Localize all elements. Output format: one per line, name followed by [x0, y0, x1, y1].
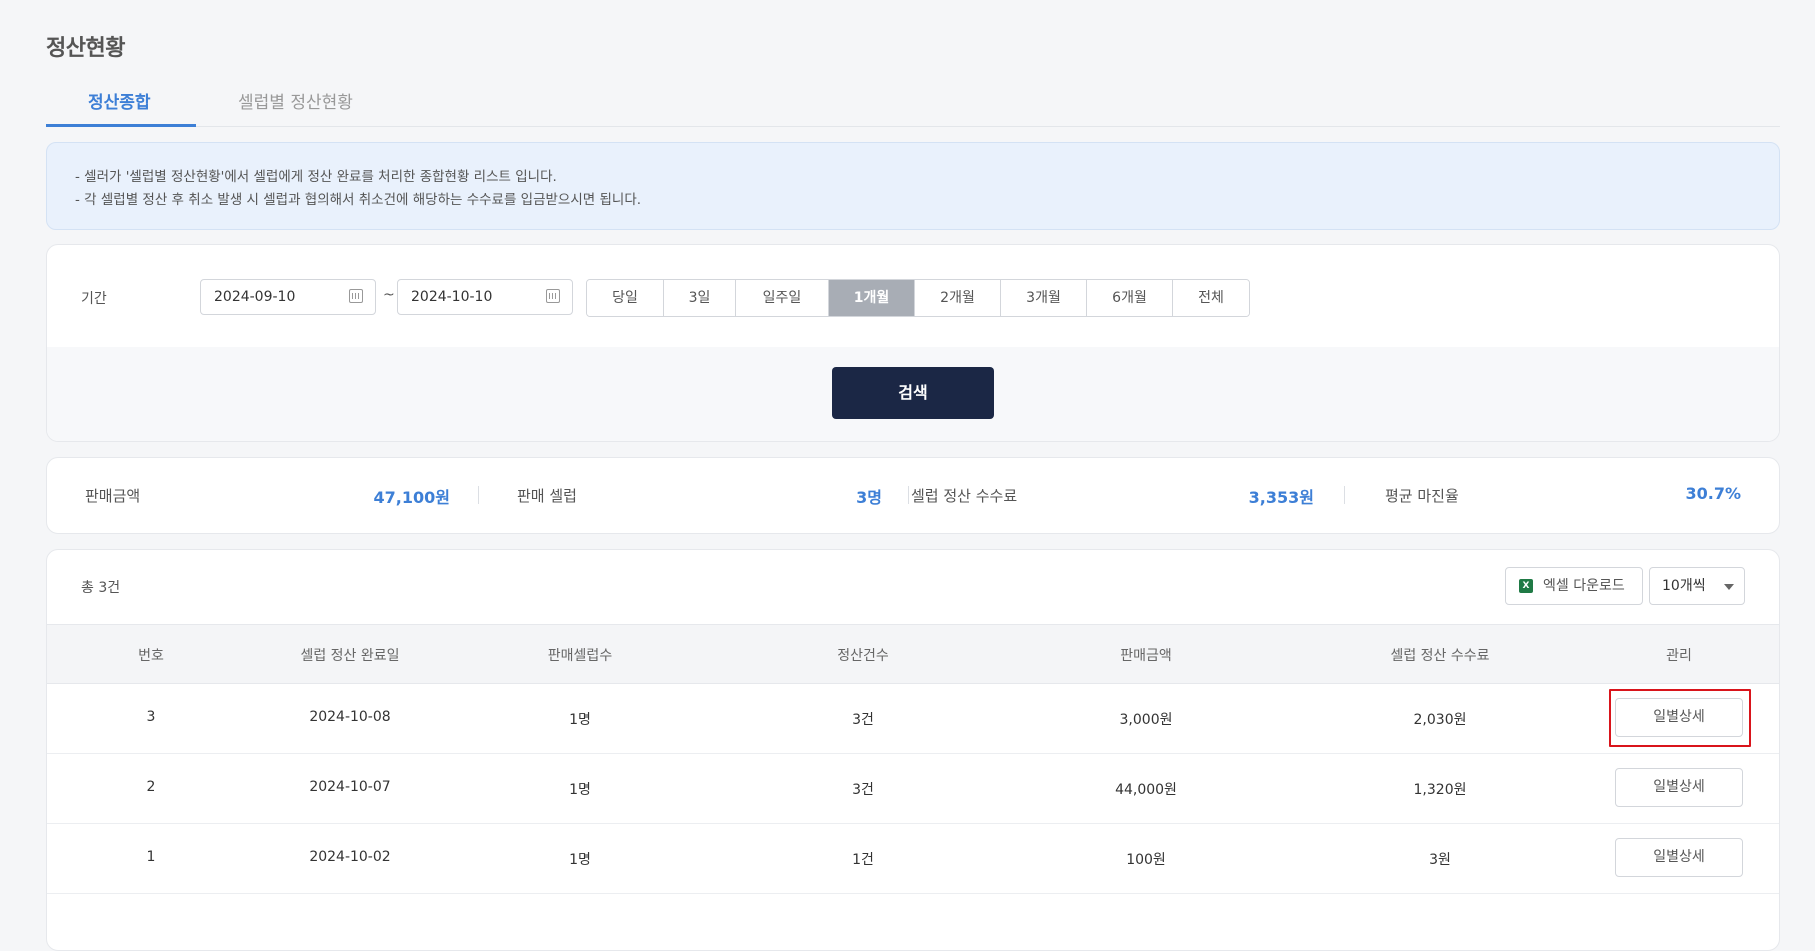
table-header: 번호 셀럽 정산 완료일 판매셀럽수 정산건수 판매금액 셀럽 정산 수수료 관…: [47, 624, 1779, 684]
summary-sales-label: 판매금액: [85, 487, 141, 505]
cell-date: 2024-10-08: [309, 709, 391, 725]
summary-divider: [908, 486, 909, 504]
cell-count: 3건: [852, 782, 874, 798]
table-row: 2 2024-10-07 1명 3건 44,000원 1,320원 일별상세: [47, 753, 1779, 824]
daily-detail-button[interactable]: 일별상세: [1615, 838, 1743, 877]
cell-no: 1: [146, 849, 156, 865]
summary-margin-label: 평균 마진율: [1385, 487, 1459, 505]
cell-amount: 3,000원: [1119, 712, 1173, 728]
notice-line: - 셀러가 '셀럽별 정산현황'에서 셀럽에게 정산 완료를 처리한 종합현황 …: [75, 169, 557, 185]
period-2months-button[interactable]: 2개월: [915, 280, 1001, 316]
daily-detail-button[interactable]: 일별상세: [1615, 768, 1743, 807]
summary-celebs-value: 3명: [856, 488, 882, 507]
chevron-down-icon: [1724, 584, 1734, 590]
cell-fee: 2,030원: [1413, 712, 1467, 728]
summary-panel: 판매금액 47,100원 판매 셀럽 3명 셀럽 정산 수수료 3,353원 평…: [46, 457, 1780, 534]
period-today-button[interactable]: 당일: [587, 280, 664, 316]
cell-count: 1건: [852, 852, 874, 868]
page-size-select[interactable]: 10개씩: [1649, 567, 1745, 605]
cell-date: 2024-10-02: [309, 849, 391, 865]
filter-action-bar: 검색: [47, 347, 1779, 441]
settlement-table-panel: 총 3건 X 엑셀 다운로드 10개씩 번호 셀럽 정산 완료일 판매셀럽수 정…: [46, 549, 1780, 951]
period-6months-button[interactable]: 6개월: [1087, 280, 1173, 316]
summary-margin-value: 30.7%: [1685, 484, 1741, 503]
period-week-button[interactable]: 일주일: [736, 280, 829, 316]
table-row: 3 2024-10-08 1명 3건 3,000원 2,030원 일별상세: [47, 683, 1779, 754]
tab-active-indicator: [46, 124, 196, 127]
cell-amount: 100원: [1126, 852, 1166, 868]
summary-fee-value: 3,353원: [1248, 488, 1314, 507]
total-count: 총 3건: [81, 580, 121, 596]
cell-amount: 44,000원: [1115, 782, 1177, 798]
period-3months-button[interactable]: 3개월: [1001, 280, 1087, 316]
page-title: 정산현황: [46, 36, 125, 61]
period-all-button[interactable]: 전체: [1173, 280, 1249, 316]
notice-line: - 각 셀럽별 정산 후 취소 발생 시 셀럽과 협의해서 취소건에 해당하는 …: [75, 192, 642, 208]
summary-sales-value: 47,100원: [373, 488, 450, 507]
search-filter-panel: 기간 2024-09-10 ~ 2024-10-10 당일 3일 일주일 1개월…: [46, 244, 1780, 442]
cell-fee: 1,320원: [1413, 782, 1467, 798]
cell-fee: 3원: [1429, 852, 1451, 868]
cell-celebs: 1명: [569, 852, 591, 868]
period-1month-button[interactable]: 1개월: [829, 280, 915, 316]
start-date-value: 2024-09-10: [214, 289, 296, 305]
summary-fee-label: 셀럽 정산 수수료: [911, 487, 1018, 505]
start-date-input[interactable]: 2024-09-10: [200, 279, 376, 315]
period-label: 기간: [81, 291, 107, 307]
excel-download-button[interactable]: X 엑셀 다운로드: [1505, 567, 1643, 605]
page-size-value: 10개씩: [1662, 578, 1706, 594]
column-header-fee: 셀럽 정산 수수료: [1390, 648, 1490, 664]
excel-download-label: 엑셀 다운로드: [1543, 578, 1625, 594]
tab-bar: 정산종합 셀럽별 정산현황: [46, 76, 1780, 127]
column-header-amount: 판매금액: [1120, 648, 1172, 664]
period-button-group: 당일 3일 일주일 1개월 2개월 3개월 6개월 전체: [586, 279, 1250, 317]
summary-divider: [478, 486, 479, 504]
tab-settlement-summary[interactable]: 정산종합: [88, 88, 151, 113]
search-button[interactable]: 검색: [832, 367, 994, 419]
table-row: 1 2024-10-02 1명 1건 100원 3원 일별상세: [47, 823, 1779, 894]
end-date-input[interactable]: 2024-10-10: [397, 279, 573, 315]
column-header-celebs: 판매셀럽수: [547, 648, 613, 664]
excel-icon: X: [1519, 579, 1533, 593]
column-header-count: 정산건수: [837, 648, 889, 664]
end-date-value: 2024-10-10: [411, 289, 493, 305]
summary-celebs-label: 판매 셀럽: [517, 487, 577, 505]
notice-box: - 셀러가 '셀럽별 정산현황'에서 셀럽에게 정산 완료를 처리한 종합현황 …: [46, 142, 1780, 230]
cell-count: 3건: [852, 712, 874, 728]
cell-no: 3: [146, 709, 156, 725]
cell-no: 2: [146, 779, 156, 795]
calendar-icon[interactable]: [546, 289, 560, 303]
cell-date: 2024-10-07: [309, 779, 391, 795]
period-3days-button[interactable]: 3일: [664, 280, 736, 316]
cell-celebs: 1명: [569, 712, 591, 728]
summary-divider: [1344, 486, 1345, 504]
date-range-separator: ~: [383, 287, 395, 303]
daily-detail-button[interactable]: 일별상세: [1615, 698, 1743, 737]
column-header-date: 셀럽 정산 완료일: [300, 648, 400, 664]
cell-celebs: 1명: [569, 782, 591, 798]
calendar-icon[interactable]: [349, 289, 363, 303]
column-header-no: 번호: [138, 648, 164, 664]
column-header-manage: 관리: [1666, 648, 1692, 664]
tab-celeb-settlement[interactable]: 셀럽별 정산현황: [238, 88, 353, 113]
